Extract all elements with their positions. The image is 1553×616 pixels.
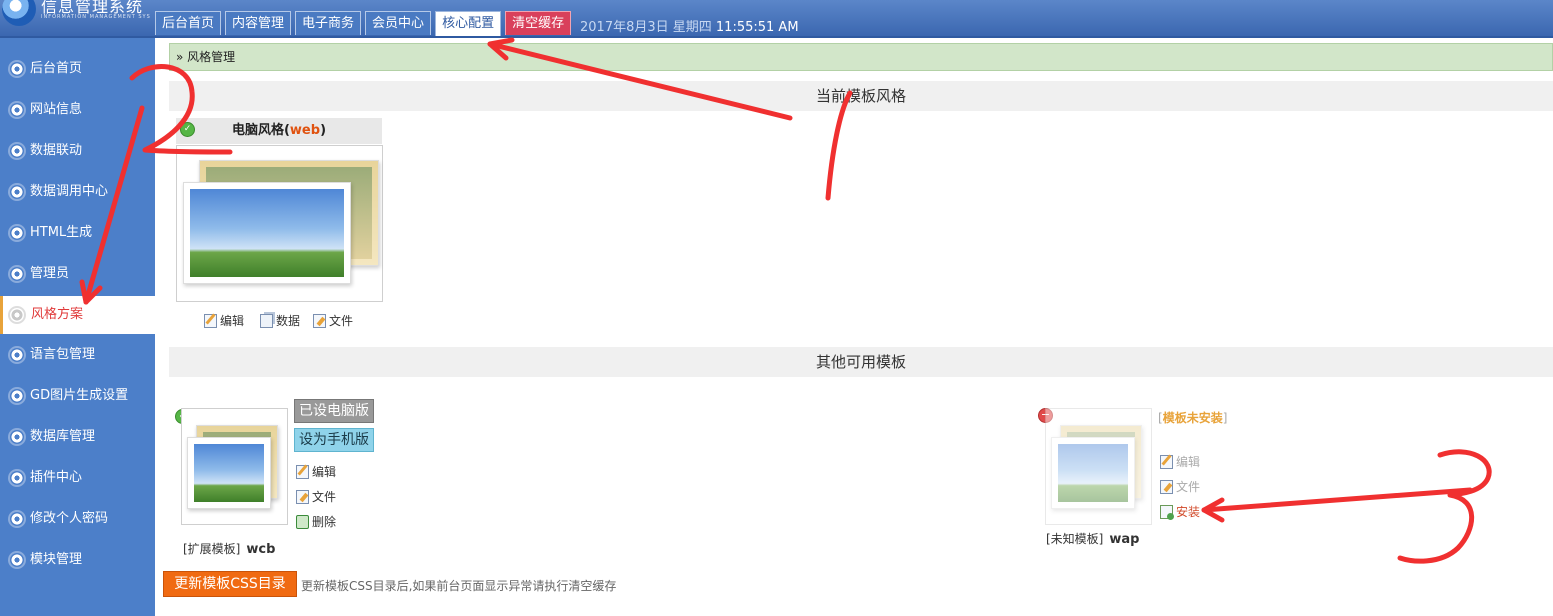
current-edit-link[interactable]: 编辑 <box>204 312 244 329</box>
time-text: 11:55:51 AM <box>715 20 799 35</box>
other-templates-heading: 其他可用模板 <box>169 347 1553 377</box>
gear-icon <box>10 512 24 526</box>
tab-ecommerce[interactable]: 电子商务 <box>295 11 362 35</box>
tab-members[interactable]: 会员中心 <box>365 11 432 35</box>
sidebar-item-change-password[interactable]: 修改个人密码 <box>0 502 155 536</box>
current-data-link[interactable]: 数据 <box>260 312 300 329</box>
sidebar-item-data-linkage[interactable]: 数据联动 <box>0 134 155 168</box>
app-logo: 信息管理系统 INFORMATION MANAGEMENT SYS <box>0 0 151 26</box>
refresh-hint: 更新模板CSS目录后,如果前台页面显示异常请执行清空缓存 <box>301 579 617 593</box>
tab-dashboard[interactable]: 后台首页 <box>155 11 222 35</box>
set-pc-button[interactable]: 已设电脑版 <box>294 399 374 423</box>
gear-icon <box>10 553 24 567</box>
template-wcb-preview[interactable] <box>181 408 288 525</box>
install-icon <box>1160 504 1174 520</box>
datetime: 2017年8月3日 星期四 11:55:51 AM <box>580 16 799 35</box>
date-text: 2017年8月3日 星期四 <box>580 20 712 35</box>
delete-icon <box>296 514 309 529</box>
logo-icon <box>2 0 36 26</box>
gear-icon <box>10 103 24 117</box>
edit-icon <box>1160 454 1173 469</box>
top-tabs: 后台首页 内容管理 电子商务 会员中心 核心配置 清空缓存 <box>155 11 572 36</box>
sidebar-item-html-generate[interactable]: HTML生成 <box>0 216 155 250</box>
gear-icon <box>10 348 24 362</box>
template-wcb-label: [扩展模板] wcb <box>183 542 276 557</box>
thumbnail-front <box>187 437 271 509</box>
template-wap-label: [未知模板] wap <box>1046 532 1140 547</box>
template-wap-name: wap <box>1109 532 1140 547</box>
tab-core-config[interactable]: 核心配置 <box>435 11 502 36</box>
current-template-preview[interactable] <box>176 145 383 302</box>
gear-icon <box>10 308 24 322</box>
breadcrumb: » 风格管理 <box>169 43 1553 71</box>
wap-edit-link[interactable]: 编辑 <box>1160 453 1200 470</box>
sidebar-item-gd-image-settings[interactable]: GD图片生成设置 <box>0 379 155 413</box>
current-template-heading: 当前模板风格 <box>169 81 1553 111</box>
tab-clear-cache[interactable]: 清空缓存 <box>505 11 572 35</box>
status-badge: [模板未安装] <box>1158 411 1228 425</box>
sidebar-item-plugins[interactable]: 插件中心 <box>0 461 155 495</box>
gear-icon <box>10 389 24 403</box>
logo-title: 信息管理系统 <box>41 0 144 16</box>
sidebar-item-admins[interactable]: 管理员 <box>0 257 155 291</box>
template-dir-web: web <box>289 123 321 138</box>
refresh-css-button[interactable]: 更新模板CSS目录 <box>163 571 297 597</box>
wcb-edit-link[interactable]: 编辑 <box>296 463 336 480</box>
thumbnail-front <box>183 182 351 284</box>
data-icon <box>260 313 273 328</box>
wap-install-link[interactable]: 安装 <box>1160 503 1200 520</box>
tab-content[interactable]: 内容管理 <box>225 11 292 35</box>
wap-file-link[interactable]: 文件 <box>1160 478 1200 495</box>
gear-icon <box>10 185 24 199</box>
gear-icon <box>10 430 24 444</box>
annotation-arrow-3 <box>1201 487 1473 513</box>
gear-icon <box>10 267 24 281</box>
sidebar-item-modules[interactable]: 模块管理 <box>0 543 155 577</box>
sidebar-item-site-info[interactable]: 网站信息 <box>0 93 155 127</box>
edit-icon <box>204 313 217 328</box>
current-template-title: 电脑风格(web) <box>176 118 382 144</box>
thumbnail-front <box>1051 437 1135 509</box>
gear-icon <box>10 226 24 240</box>
file-icon <box>296 489 309 504</box>
gear-icon <box>10 144 24 158</box>
top-bar: 信息管理系统 INFORMATION MANAGEMENT SYS 后台首页 内… <box>0 0 1553 38</box>
template-wcb-name: wcb <box>246 542 276 557</box>
sidebar-item-database[interactable]: 数据库管理 <box>0 420 155 454</box>
wcb-delete-link[interactable]: 删除 <box>296 513 336 530</box>
sidebar-item-style-scheme[interactable]: 风格方案 <box>0 296 155 334</box>
wcb-file-link[interactable]: 文件 <box>296 488 336 505</box>
gear-icon <box>10 62 24 76</box>
annotation-number-3 <box>1397 449 1492 564</box>
edit-icon <box>296 464 309 479</box>
annotation-arrowhead-3 <box>1201 497 1225 523</box>
sidebar: 后台首页 网站信息 数据联动 数据调用中心 HTML生成 管理员 风格方案 语言… <box>0 38 155 616</box>
template-wap-preview[interactable] <box>1045 408 1152 525</box>
file-icon <box>1160 479 1173 494</box>
check-icon: ✓ <box>180 122 195 137</box>
current-file-link[interactable]: 文件 <box>313 312 353 329</box>
sidebar-item-data-call-center[interactable]: 数据调用中心 <box>0 175 155 209</box>
gear-icon <box>10 471 24 485</box>
set-mobile-button[interactable]: 设为手机版 <box>294 428 374 452</box>
logo-subtitle: INFORMATION MANAGEMENT SYS <box>41 13 151 20</box>
file-icon <box>313 313 326 328</box>
sidebar-item-language-packs[interactable]: 语言包管理 <box>0 338 155 372</box>
sidebar-item-home[interactable]: 后台首页 <box>0 52 155 86</box>
